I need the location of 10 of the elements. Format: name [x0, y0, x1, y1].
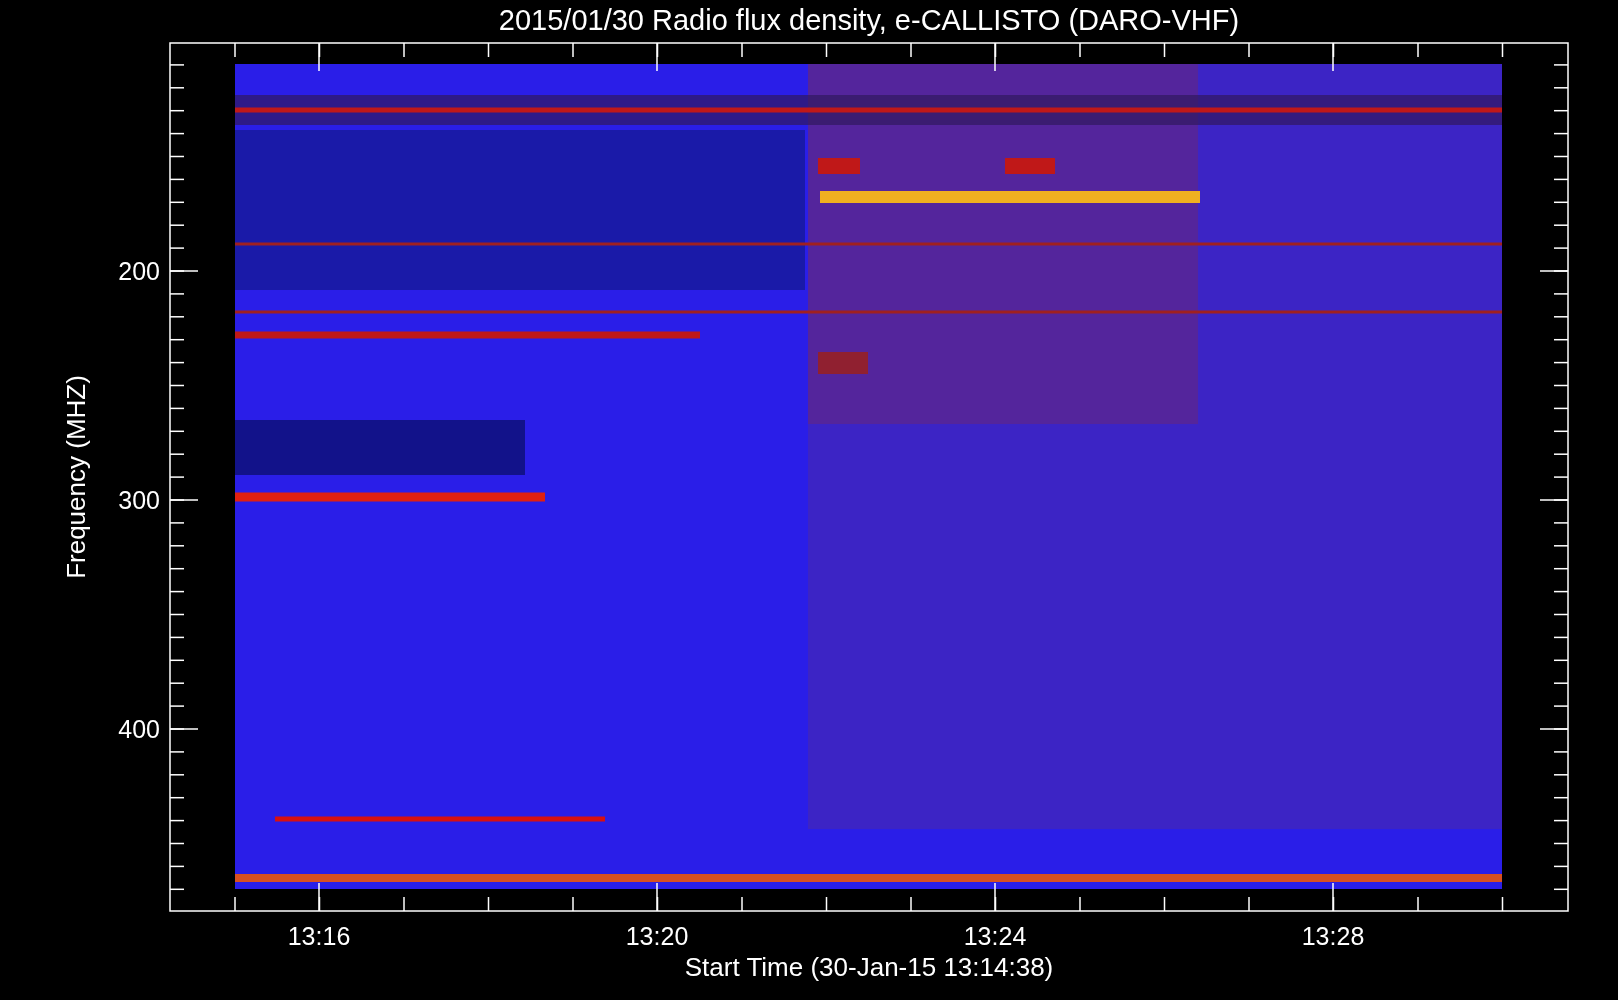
y-tick-label: 200	[118, 257, 160, 285]
x-tick-label: 13:28	[1301, 922, 1365, 950]
x-tick-label: 13:24	[963, 922, 1027, 950]
y-axis-label: Frequency (MHZ)	[61, 375, 91, 579]
x-axis-label: Start Time (30-Jan-15 13:14:38)	[684, 952, 1054, 982]
x-tick-label: 13:16	[287, 922, 351, 950]
y-tick-label: 400	[118, 715, 160, 743]
y-tick-label: 300	[118, 486, 160, 514]
plot-title: 2015/01/30 Radio flux density, e-CALLISTO (DARO-VHF)	[498, 4, 1240, 36]
x-tick-label: 13:20	[625, 922, 689, 950]
